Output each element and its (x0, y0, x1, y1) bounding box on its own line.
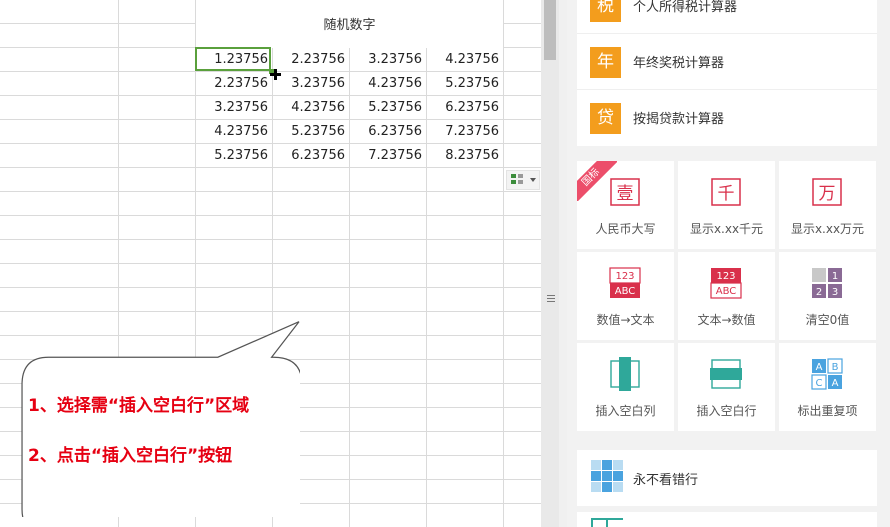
svg-text:3: 3 (832, 287, 838, 298)
list-item-mortgage[interactable]: 贷 按揭贷款计算器 (577, 90, 877, 146)
list-item-label: 年终奖税计算器 (633, 56, 725, 71)
data-cell[interactable]: 3.23756 (349, 48, 426, 71)
vertical-scrollbar[interactable] (541, 0, 559, 527)
insert-row-icon (710, 359, 742, 389)
tile-label: 人民币大写 (595, 222, 656, 236)
tile-clear-zero[interactable]: 1 2 3 清空0值 (779, 252, 876, 340)
svg-text:ABC: ABC (615, 286, 636, 297)
crosshair-cursor-icon (270, 69, 281, 80)
svg-text:123: 123 (615, 271, 634, 282)
data-cell[interactable]: 4.23756 (426, 48, 503, 71)
year-icon: 年 (590, 47, 621, 78)
tile-label: 显示x.xx万元 (790, 222, 865, 236)
svg-text:123: 123 (716, 271, 735, 282)
tile-text-to-number[interactable]: 123 ABC 文本→数值 (678, 252, 775, 340)
svg-text:2: 2 (816, 287, 822, 298)
tile-label: 清空0值 (805, 313, 850, 327)
grid-line (0, 215, 541, 216)
splitter-grip-icon (547, 301, 555, 302)
list-item-income-tax[interactable]: 税 个人所得税计算器 (577, 0, 877, 34)
mark-duplicates-icon: A B C A (811, 358, 843, 390)
tile-insert-blank-column[interactable]: 插入空白列 (577, 343, 674, 431)
data-cell[interactable]: 2.23756 (272, 48, 349, 71)
data-cell[interactable]: 5.23756 (272, 120, 349, 143)
svg-text:壹: 壹 (617, 184, 634, 204)
tile-label: 标出重复项 (797, 404, 858, 418)
tile-label: 插入空白行 (696, 404, 757, 418)
chevron-down-icon (530, 178, 536, 182)
svg-text:万: 万 (819, 184, 836, 204)
svg-text:B: B (832, 362, 839, 373)
data-cell[interactable]: 2.23756 (195, 72, 272, 95)
yi-capital-icon: 壹 (610, 178, 640, 206)
data-cell[interactable]: 4.23756 (195, 120, 272, 143)
list-item-label: 个人所得税计算器 (633, 0, 738, 15)
tile-label: 数值→文本 (596, 313, 655, 327)
tile-insert-blank-row[interactable]: 插入空白行 (678, 343, 775, 431)
grid-line (0, 167, 541, 168)
paste-options-icon (511, 174, 525, 186)
tile-show-ten-thousand[interactable]: 万 显示x.xx万元 (779, 161, 876, 249)
selected-cell-border (195, 47, 271, 71)
data-cell[interactable]: 5.23756 (426, 72, 503, 95)
svg-text:1: 1 (832, 271, 838, 282)
tile-label: 文本→数值 (697, 313, 756, 327)
clear-zero-icon: 1 2 3 (812, 268, 842, 298)
tile-rmb-capital[interactable]: 国标 壹 人民币大写 (577, 161, 674, 249)
list-item-year-end-bonus[interactable]: 年 年终奖税计算器 (577, 34, 877, 90)
text-to-number-icon: 123 ABC (710, 268, 742, 299)
svg-text:千: 千 (718, 184, 735, 204)
data-cell[interactable]: 7.23756 (426, 120, 503, 143)
data-cell[interactable]: 5.23756 (195, 144, 272, 167)
data-cell[interactable]: 3.23756 (195, 96, 272, 119)
svg-text:ABC: ABC (716, 286, 737, 297)
thousand-icon: 千 (711, 178, 741, 206)
list-item-label: 永不看错行 (633, 473, 699, 488)
tile-label: 显示x.xx千元 (689, 222, 764, 236)
tile-show-thousand[interactable]: 千 显示x.xx千元 (678, 161, 775, 249)
sheet-title: 随机数字 (323, 18, 376, 33)
data-cell[interactable]: 7.23756 (349, 144, 426, 167)
number-to-text-icon: 123 ABC (609, 267, 641, 298)
tile-label: 插入空白列 (595, 404, 656, 418)
callout-step-2: 2、点击“插入空白行”按钮 (28, 446, 233, 466)
data-cell[interactable]: 8.23756 (426, 144, 503, 167)
data-cell[interactable]: 4.23756 (272, 96, 349, 119)
data-cell[interactable]: 3.23756 (272, 72, 349, 95)
data-cell[interactable]: 6.23756 (349, 120, 426, 143)
spreadsheet-grid[interactable]: 随机数字 1.23756 2.23756 3.23756 4.23756 2.2… (0, 0, 541, 527)
data-cell[interactable]: 5.23756 (349, 96, 426, 119)
ten-thousand-icon: 万 (812, 178, 842, 206)
splitter-grip-icon (547, 295, 555, 296)
grid-line (0, 191, 541, 192)
splitter-grip-icon (547, 298, 555, 299)
partial-icon (591, 518, 623, 527)
list-item-label: 按揭贷款计算器 (633, 112, 725, 127)
svg-text:A: A (832, 378, 839, 389)
callout-step-1: 1、选择需“插入空白行”区域 (28, 396, 250, 416)
svg-text:A: A (816, 362, 823, 373)
tax-icon: 税 (590, 0, 621, 22)
calculator-list: 税 个人所得税计算器 年 年终奖税计算器 贷 按揭贷款计算器 (577, 0, 877, 146)
insert-column-icon (610, 357, 640, 391)
data-cell[interactable]: 6.23756 (272, 144, 349, 167)
row-highlight-icon (591, 460, 623, 492)
list-item-partial[interactable] (577, 512, 877, 527)
grid-line (0, 287, 541, 288)
list-item-row-highlight[interactable]: 永不看错行 (577, 450, 877, 506)
data-cell[interactable]: 4.23756 (349, 72, 426, 95)
scrollbar-thumb[interactable] (544, 0, 556, 60)
svg-text:C: C (816, 378, 823, 389)
tile-number-to-text[interactable]: 123 ABC 数值→文本 (577, 252, 674, 340)
tile-mark-duplicates[interactable]: A B C A 标出重复项 (779, 343, 876, 431)
grid-line (0, 263, 541, 264)
paste-options-button[interactable] (506, 170, 540, 190)
loan-icon: 贷 (590, 103, 621, 134)
data-cell[interactable]: 6.23756 (426, 96, 503, 119)
grid-line (0, 239, 541, 240)
